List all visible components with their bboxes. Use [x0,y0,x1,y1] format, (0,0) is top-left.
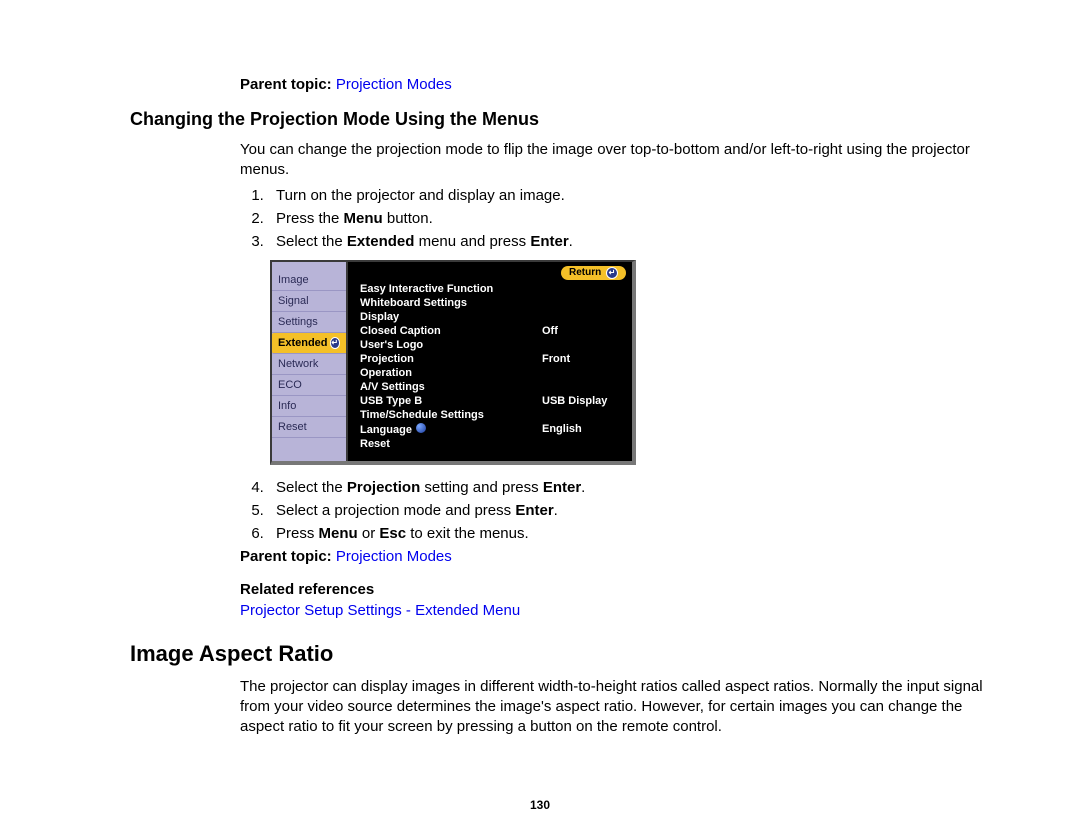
projector-row: Reset [360,437,622,451]
section1-intro: You can change the projection mode to fl… [240,140,1000,181]
projector-menu-main: Return ↵ Easy Interactive FunctionWhiteb… [348,262,632,461]
page-number: 130 [0,798,1080,812]
step-item: Press the Menu button. [268,210,1000,227]
projector-tab-settings: Settings [272,312,346,333]
step-item: Select the Extended menu and press Enter… [268,233,1000,250]
parent-topic-label: Parent topic: [240,76,332,93]
section-heading-aspect-ratio: Image Aspect Ratio [130,641,1000,667]
parent-topic-top: Parent topic: Projection Modes [240,76,1000,93]
projector-tab-info: Info [272,396,346,417]
steps-top: Turn on the projector and display an ima… [240,187,1000,250]
step-item: Select the Projection setting and press … [268,479,1000,496]
projector-row: A/V Settings [360,380,622,394]
projector-tab-signal: Signal [272,291,346,312]
projector-row: LanguageEnglish [360,422,622,437]
section2-body: The projector can display images in diff… [240,677,1000,738]
projector-tab-network: Network [272,354,346,375]
projector-row: ProjectionFront [360,352,622,366]
projector-row: Time/Schedule Settings [360,408,622,422]
projector-row: Whiteboard Settings [360,296,622,310]
parent-topic-link[interactable]: Projection Modes [336,548,452,565]
step-item: Press Menu or Esc to exit the menus. [268,525,1000,542]
projector-row: Display [360,310,622,324]
steps-bottom: Select the Projection setting and press … [240,479,1000,542]
return-button: Return ↵ [561,266,626,280]
enter-icon: ↵ [606,267,618,279]
parent-topic-bottom: Parent topic: Projection Modes [240,548,1000,565]
enter-icon: ↵ [330,337,340,349]
related-references-link[interactable]: Projector Setup Settings - Extended Menu [240,602,1000,619]
projector-menu-figure: ImageSignalSettingsExtended↵NetworkECOIn… [270,260,636,465]
projector-row: Operation [360,366,622,380]
projector-row: USB Type BUSB Display [360,394,622,408]
step-item: Turn on the projector and display an ima… [268,187,1000,204]
projector-tab-extended: Extended↵ [272,333,346,354]
projector-menu-tabs: ImageSignalSettingsExtended↵NetworkECOIn… [272,262,348,461]
projector-row: Closed CaptionOff [360,324,622,338]
projector-tab-eco: ECO [272,375,346,396]
parent-topic-link[interactable]: Projection Modes [336,76,452,93]
projector-tab-reset: Reset [272,417,346,438]
related-references-heading: Related references [240,581,1000,598]
projector-row: User's Logo [360,338,622,352]
projector-tab-image: Image [272,270,346,291]
projector-row: Easy Interactive Function [360,282,622,296]
globe-icon [416,423,426,433]
section-heading-changing-mode: Changing the Projection Mode Using the M… [130,109,1000,130]
parent-topic-label: Parent topic: [240,548,332,565]
step-item: Select a projection mode and press Enter… [268,502,1000,519]
